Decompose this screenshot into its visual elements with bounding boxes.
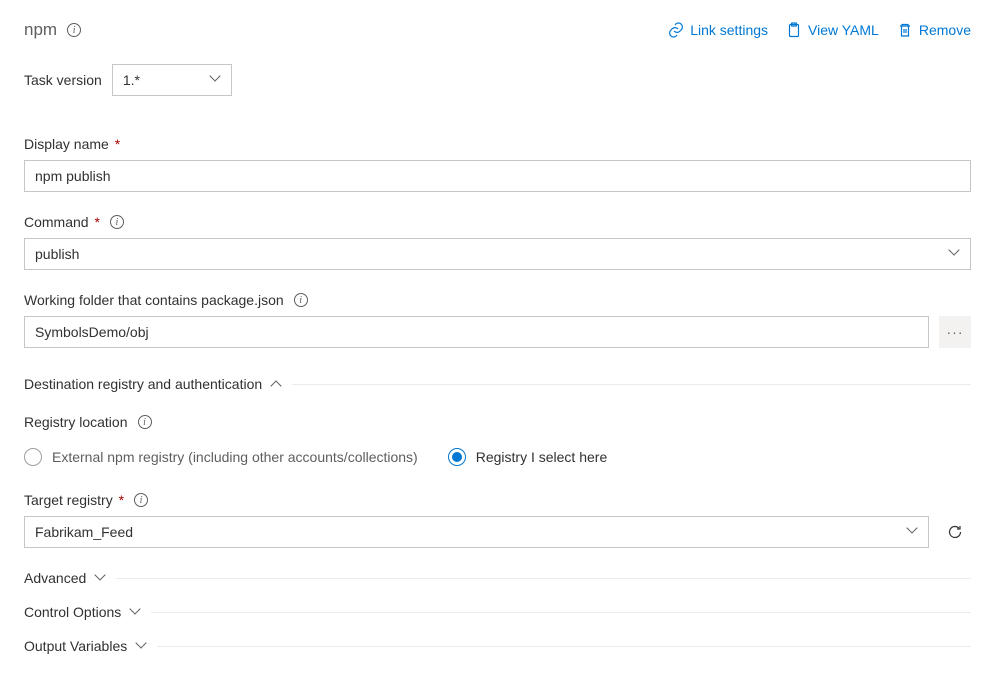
- header-actions: Link settings View YAML Remove: [668, 22, 971, 38]
- chevron-down-icon: [137, 641, 147, 651]
- divider: [157, 646, 971, 647]
- command-label: Command *: [24, 214, 100, 230]
- link-settings-button[interactable]: Link settings: [668, 22, 768, 38]
- trash-icon: [897, 22, 913, 38]
- advanced-label: Advanced: [24, 570, 86, 586]
- registry-location-row: Registry location i: [24, 414, 971, 430]
- control-options-label: Control Options: [24, 604, 121, 620]
- target-registry-field: Target registry * i Fabrikam_Feed: [24, 492, 971, 548]
- radio-icon: [24, 448, 42, 466]
- task-version-label: Task version: [24, 72, 102, 88]
- task-version-row: Task version 1.*: [24, 64, 971, 96]
- chevron-down-icon: [211, 75, 221, 85]
- radio-external-registry[interactable]: External npm registry (including other a…: [24, 448, 418, 466]
- output-variables-section[interactable]: Output Variables: [24, 638, 971, 654]
- header: npm i Link settings View YAML Remove: [24, 20, 971, 40]
- browse-button[interactable]: ···: [939, 316, 971, 348]
- target-registry-select[interactable]: Fabrikam_Feed: [24, 516, 929, 548]
- destination-section-title: Destination registry and authentication: [24, 376, 262, 392]
- target-registry-value: Fabrikam_Feed: [35, 524, 133, 540]
- refresh-button[interactable]: [939, 516, 971, 548]
- remove-button[interactable]: Remove: [897, 22, 971, 38]
- view-yaml-label: View YAML: [808, 22, 879, 38]
- advanced-section[interactable]: Advanced: [24, 570, 971, 586]
- target-registry-label: Target registry *: [24, 492, 124, 508]
- title-wrap: npm i: [24, 20, 81, 40]
- output-variables-label: Output Variables: [24, 638, 127, 654]
- command-select[interactable]: publish: [24, 238, 971, 270]
- control-options-section[interactable]: Control Options: [24, 604, 971, 620]
- info-icon[interactable]: i: [110, 215, 124, 229]
- info-icon[interactable]: i: [138, 415, 152, 429]
- task-version-select[interactable]: 1.*: [112, 64, 232, 96]
- radio-external-label: External npm registry (including other a…: [52, 449, 418, 465]
- chevron-down-icon: [131, 607, 141, 617]
- chevron-down-icon: [96, 573, 106, 583]
- page-title: npm: [24, 20, 57, 40]
- command-field: Command * i publish: [24, 214, 971, 270]
- chevron-up-icon: [272, 379, 282, 389]
- info-icon[interactable]: i: [67, 23, 81, 37]
- task-version-value: 1.*: [123, 72, 140, 88]
- clipboard-icon: [786, 22, 802, 38]
- registry-location-radios: External npm registry (including other a…: [24, 448, 971, 466]
- registry-location-label: Registry location: [24, 414, 128, 430]
- info-icon[interactable]: i: [134, 493, 148, 507]
- info-icon[interactable]: i: [294, 293, 308, 307]
- display-name-field: Display name *: [24, 136, 971, 192]
- refresh-icon: [947, 524, 963, 540]
- link-settings-label: Link settings: [690, 22, 768, 38]
- divider: [292, 384, 971, 385]
- destination-section-header[interactable]: Destination registry and authentication: [24, 376, 971, 392]
- chevron-down-icon: [950, 249, 960, 259]
- command-value: publish: [35, 246, 79, 262]
- divider: [116, 578, 971, 579]
- chevron-down-icon: [908, 527, 918, 537]
- display-name-label: Display name *: [24, 136, 120, 152]
- working-folder-label: Working folder that contains package.jso…: [24, 292, 284, 308]
- working-folder-field: Working folder that contains package.jso…: [24, 292, 971, 348]
- remove-label: Remove: [919, 22, 971, 38]
- divider: [151, 612, 971, 613]
- working-folder-input[interactable]: [24, 316, 929, 348]
- radio-icon-selected: [448, 448, 466, 466]
- link-icon: [668, 22, 684, 38]
- radio-here-label: Registry I select here: [476, 449, 608, 465]
- radio-registry-here[interactable]: Registry I select here: [448, 448, 608, 466]
- view-yaml-button[interactable]: View YAML: [786, 22, 879, 38]
- display-name-input[interactable]: [24, 160, 971, 192]
- ellipsis-icon: ···: [947, 324, 964, 340]
